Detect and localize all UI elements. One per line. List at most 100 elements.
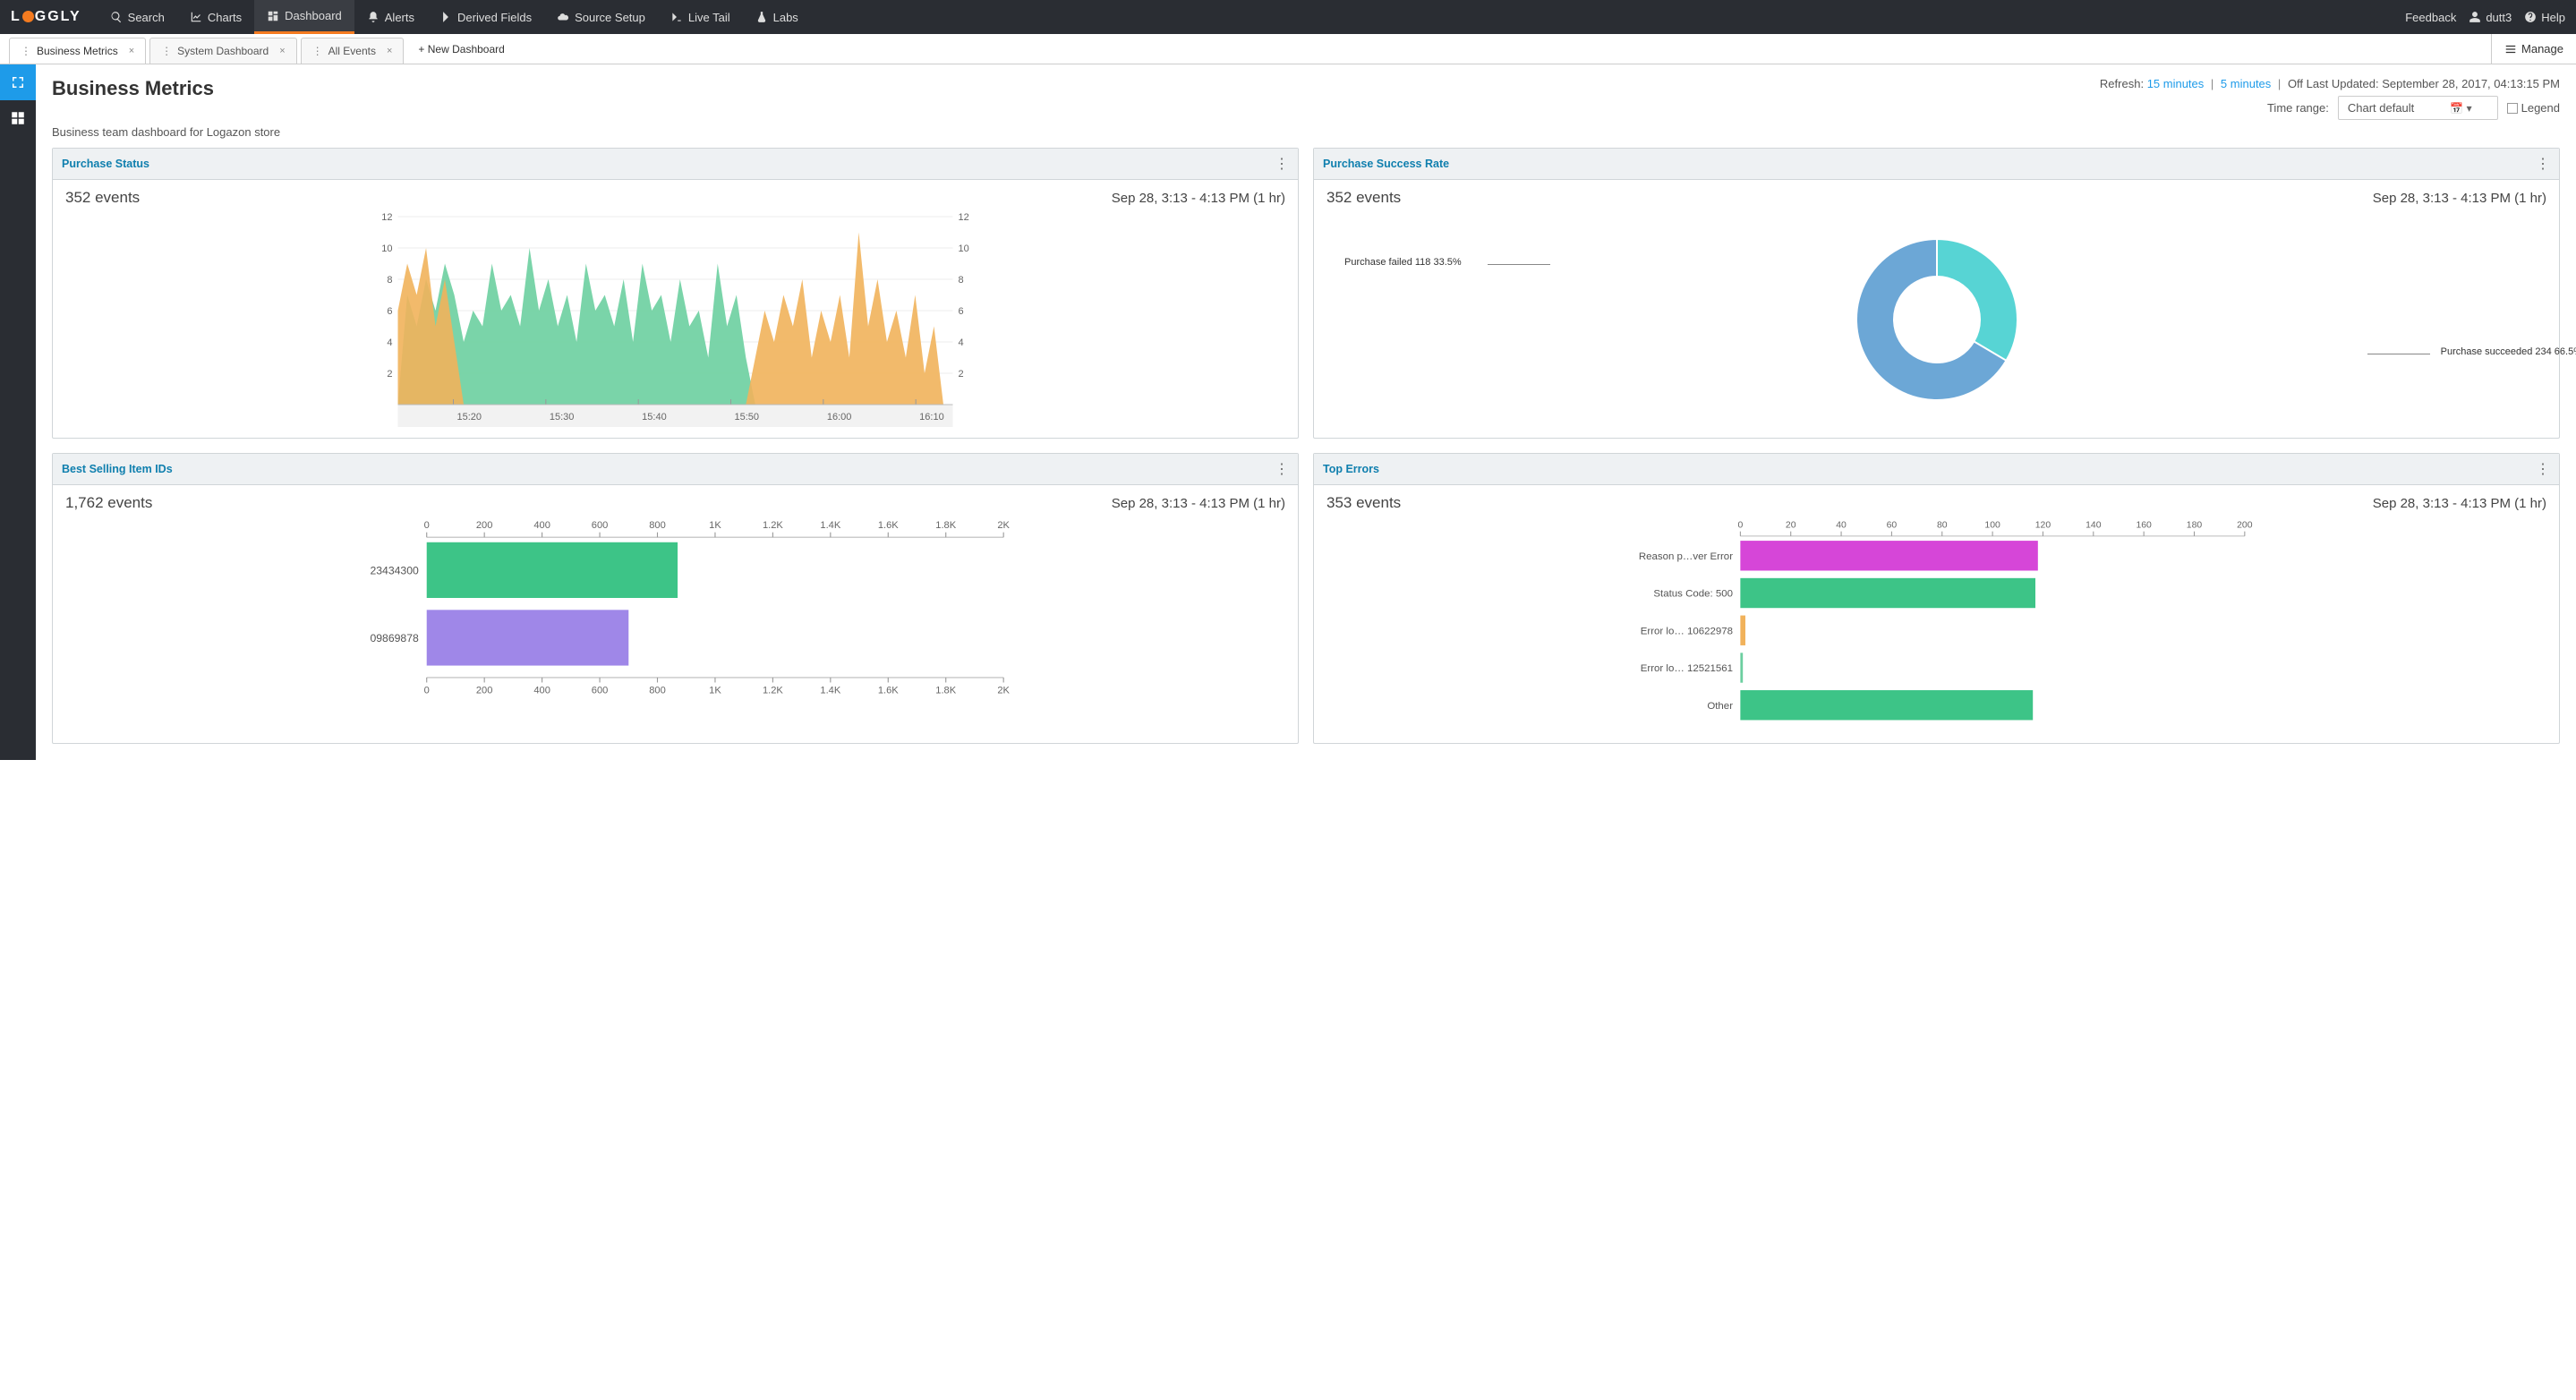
tail-icon [670,11,683,23]
fullscreen-rail-button[interactable] [0,64,36,100]
manage-button[interactable]: Manage [2491,34,2576,64]
event-timerange: Sep 28, 3:13 - 4:13 PM (1 hr) [1112,191,1285,206]
last-updated: Last Updated: September 28, 2017, 04:13:… [2307,77,2560,90]
legend-checkbox[interactable]: Legend [2507,101,2560,115]
event-count: 352 events [65,189,140,207]
nav-dashboard[interactable]: Dashboard [254,0,354,34]
svg-text:Status Code: 500: Status Code: 500 [1653,589,1733,600]
event-count: 353 events [1326,494,1401,512]
timerange-label: Time range: [2267,101,2329,115]
nav-derived-fields[interactable]: Derived Fields [427,0,544,34]
help-link[interactable]: Help [2524,11,2565,24]
new-dashboard-button[interactable]: + New Dashboard [407,34,515,64]
svg-text:1.2K: 1.2K [763,520,783,531]
donut-label-failed: Purchase failed 118 33.5% [1344,257,1462,268]
event-count: 1,762 events [65,494,152,512]
top-nav: LGGLY SearchChartsDashboardAlertsDerived… [0,0,2576,34]
help-icon [2524,11,2537,23]
nav-alerts[interactable]: Alerts [354,0,427,34]
panel-title: Best Selling Item IDs [62,463,173,475]
svg-text:6: 6 [387,306,392,317]
layout-rail-button[interactable] [0,100,36,136]
panel-menu-icon[interactable]: ⋮ [1275,460,1289,478]
timerange-value: Chart default [2348,101,2414,115]
svg-text:200: 200 [476,520,493,531]
svg-text:23434300: 23434300 [370,564,419,576]
svg-text:6: 6 [959,306,964,317]
timerange-select[interactable]: Chart default 📅 ▾ [2338,96,2498,120]
tab-all-events[interactable]: ⋮All Events× [301,38,405,64]
svg-text:2K: 2K [997,520,1010,531]
svg-text:09869878: 09869878 [370,632,419,645]
svg-text:1.6K: 1.6K [878,520,899,531]
svg-text:800: 800 [649,686,666,696]
svg-text:10: 10 [959,243,969,254]
event-timerange: Sep 28, 3:13 - 4:13 PM (1 hr) [1112,496,1285,511]
refresh-15min-link[interactable]: 15 minutes [2147,77,2205,90]
svg-text:10: 10 [381,243,392,254]
svg-text:1.4K: 1.4K [820,520,840,531]
left-rail [0,64,36,760]
panel-top-errors: Top Errors ⋮ 353 events Sep 28, 3:13 - 4… [1313,453,2560,744]
logo: LGGLY [11,9,81,25]
svg-text:4: 4 [387,337,392,348]
svg-text:600: 600 [592,686,609,696]
nav-source-setup[interactable]: Source Setup [544,0,658,34]
svg-text:1.8K: 1.8K [935,520,956,531]
user-menu[interactable]: dutt3 [2469,11,2512,24]
svg-text:600: 600 [592,520,609,531]
tab-system-dashboard[interactable]: ⋮System Dashboard× [149,38,296,64]
tab-close-icon[interactable]: × [387,46,392,56]
manage-icon [2504,43,2517,55]
nav-search[interactable]: Search [98,0,177,34]
svg-text:80: 80 [1937,520,1948,530]
svg-text:2: 2 [387,369,392,380]
panel-menu-icon[interactable]: ⋮ [2536,460,2550,478]
svg-text:Error lo… 12521561: Error lo… 12521561 [1641,663,1733,674]
panel-menu-icon[interactable]: ⋮ [2536,155,2550,173]
svg-text:100: 100 [1984,520,2000,530]
panel-title: Top Errors [1323,463,1379,475]
expand-icon [10,74,26,90]
svg-text:0: 0 [424,686,430,696]
svg-text:1.8K: 1.8K [935,686,956,696]
refresh-5min-link[interactable]: 5 minutes [2221,77,2271,90]
logo-o-icon [22,11,34,22]
feedback-link[interactable]: Feedback [2405,11,2456,24]
svg-text:200: 200 [476,686,493,696]
svg-text:400: 400 [533,520,550,531]
svg-text:1.6K: 1.6K [878,686,899,696]
layout-icon [10,110,26,126]
dashboard-tab-bar: ⋮Business Metrics×⋮System Dashboard×⋮All… [0,34,2576,64]
panel-best-selling: Best Selling Item IDs ⋮ 1,762 events Sep… [52,453,1299,744]
svg-text:1.2K: 1.2K [763,686,783,696]
svg-text:2K: 2K [997,686,1010,696]
calendar-icon: 📅 ▾ [2450,102,2471,115]
manage-label: Manage [2521,42,2563,55]
svg-text:2: 2 [959,369,964,380]
svg-text:1K: 1K [709,686,721,696]
tab-close-icon[interactable]: × [279,46,285,56]
purchase-status-chart: 224466881010121215:2015:3015:4015:5016:0… [65,212,1285,427]
derived-icon [439,11,452,23]
svg-text:Reason p…ver Error: Reason p…ver Error [1639,551,1733,562]
svg-text:0: 0 [424,520,430,531]
nav-labs[interactable]: Labs [743,0,811,34]
search-icon [110,11,123,23]
svg-text:8: 8 [387,275,392,286]
event-timerange: Sep 28, 3:13 - 4:13 PM (1 hr) [2373,191,2546,206]
bell-icon [367,11,380,23]
svg-text:1.4K: 1.4K [820,686,840,696]
username: dutt3 [2486,11,2512,24]
panel-menu-icon[interactable]: ⋮ [1275,155,1289,173]
svg-text:800: 800 [649,520,666,531]
svg-text:Error lo… 10622978: Error lo… 10622978 [1641,626,1733,636]
tab-business-metrics[interactable]: ⋮Business Metrics× [9,38,146,64]
nav-charts[interactable]: Charts [177,0,254,34]
panel-purchase-status: Purchase Status ⋮ 352 events Sep 28, 3:1… [52,148,1299,439]
tab-close-icon[interactable]: × [129,46,134,56]
chart-icon [190,11,202,23]
nav-live-tail[interactable]: Live Tail [658,0,743,34]
svg-text:16:00: 16:00 [827,412,852,423]
event-timerange: Sep 28, 3:13 - 4:13 PM (1 hr) [2373,496,2546,511]
